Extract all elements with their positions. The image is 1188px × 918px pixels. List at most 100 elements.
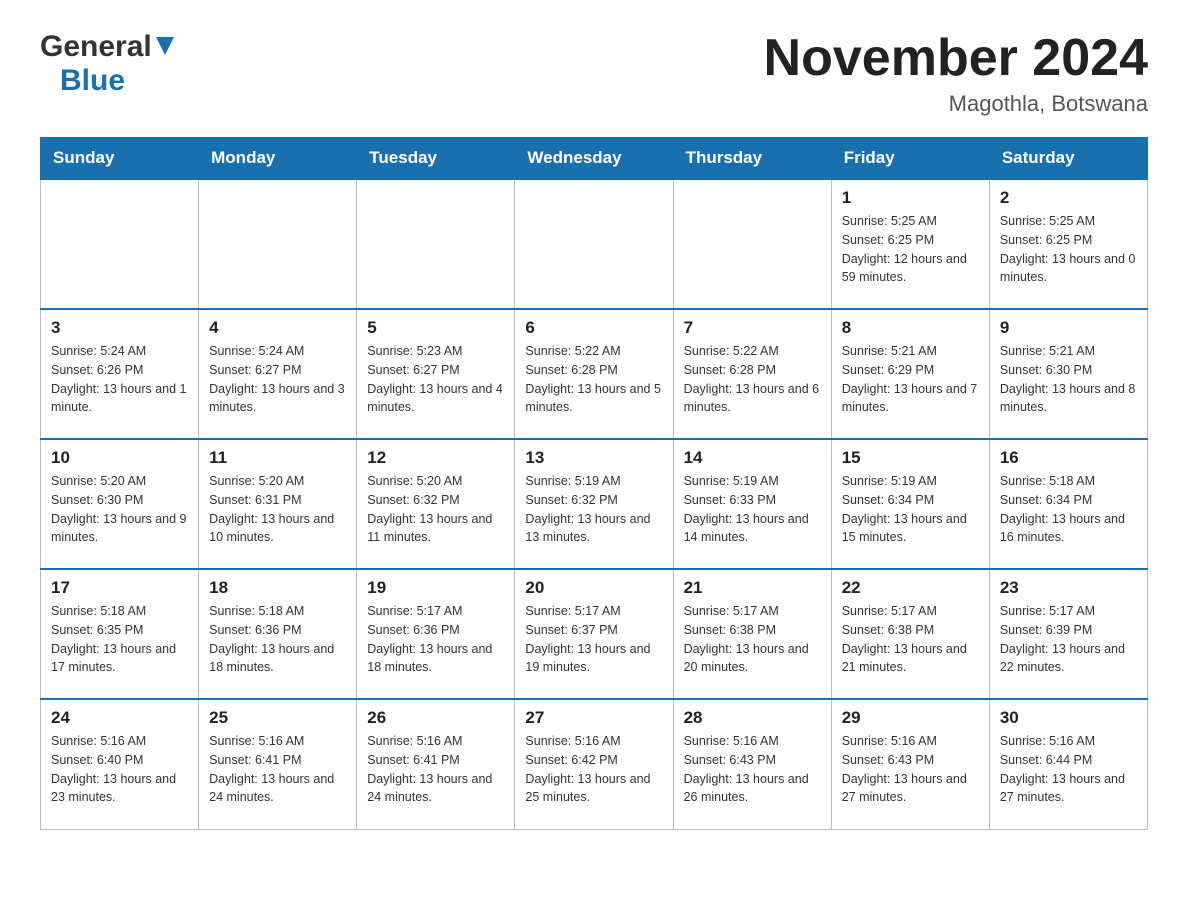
page-header: General Blue November 2024 Magothla, Bot… — [40, 30, 1148, 117]
day-info: Sunrise: 5:16 AM Sunset: 6:44 PM Dayligh… — [1000, 732, 1137, 807]
table-row: 16 Sunrise: 5:18 AM Sunset: 6:34 PM Dayli… — [989, 439, 1147, 569]
day-number: 17 — [51, 578, 188, 598]
day-info: Sunrise: 5:17 AM Sunset: 6:37 PM Dayligh… — [525, 602, 662, 677]
day-info: Sunrise: 5:17 AM Sunset: 6:39 PM Dayligh… — [1000, 602, 1137, 677]
table-row: 27Sunrise: 5:16 AM Sunset: 6:42 PM Dayli… — [515, 699, 673, 829]
col-sunday: Sunday — [41, 138, 199, 180]
table-row: 28 Sunrise: 5:16 AM Sunset: 6:43 PM Dayli… — [673, 699, 831, 829]
calendar-week-row: 17 Sunrise: 5:18 AM Sunset: 6:35 PM Dayli… — [41, 569, 1148, 699]
table-row: 4Sunrise: 5:24 AM Sunset: 6:27 PM Daylig… — [199, 309, 357, 439]
table-row: 19Sunrise: 5:17 AM Sunset: 6:36 PM Dayli… — [357, 569, 515, 699]
day-number: 24 — [51, 708, 188, 728]
table-row: 2 Sunrise: 5:25 AM Sunset: 6:25 PM Daylig… — [989, 179, 1147, 309]
day-number: 20 — [525, 578, 662, 598]
day-number: 14 — [684, 448, 821, 468]
day-number: 11 — [209, 448, 346, 468]
day-info: Sunrise: 5:17 AM Sunset: 6:36 PM Dayligh… — [367, 602, 504, 677]
table-row: 18 Sunrise: 5:18 AM Sunset: 6:36 PM Dayli… — [199, 569, 357, 699]
calendar-week-row: 3 Sunrise: 5:24 AM Sunset: 6:26 PM Daylig… — [41, 309, 1148, 439]
table-row: 1Sunrise: 5:25 AM Sunset: 6:25 PM Daylig… — [831, 179, 989, 309]
day-info: Sunrise: 5:16 AM Sunset: 6:43 PM Dayligh… — [684, 732, 821, 807]
day-info: Sunrise: 5:17 AM Sunset: 6:38 PM Dayligh… — [684, 602, 821, 677]
table-row: 15 Sunrise: 5:19 AM Sunset: 6:34 PM Dayli… — [831, 439, 989, 569]
day-info: Sunrise: 5:24 AM Sunset: 6:26 PM Dayligh… — [51, 342, 188, 417]
col-monday: Monday — [199, 138, 357, 180]
table-row: 9 Sunrise: 5:21 AM Sunset: 6:30 PM Daylig… — [989, 309, 1147, 439]
table-row: 23 Sunrise: 5:17 AM Sunset: 6:39 PM Dayli… — [989, 569, 1147, 699]
day-info: Sunrise: 5:24 AM Sunset: 6:27 PM Dayligh… — [209, 342, 346, 417]
day-number: 3 — [51, 318, 188, 338]
day-info: Sunrise: 5:20 AM Sunset: 6:32 PM Dayligh… — [367, 472, 504, 547]
table-row: 11 Sunrise: 5:20 AM Sunset: 6:31 PM Dayli… — [199, 439, 357, 569]
calendar-week-row: 1 Sunrise: 5:25 AM Sunset: 6:25 PM Daylig… — [41, 179, 1148, 309]
table-row: 8 Sunrise: 5:21 AM Sunset: 6:29 PM Daylig… — [831, 309, 989, 439]
day-number: 28 — [684, 708, 821, 728]
day-number: 18 — [209, 578, 346, 598]
day-info: Sunrise: 5:20 AM Sunset: 6:31 PM Dayligh… — [209, 472, 346, 547]
table-row: 6Sunrise: 5:22 AM Sunset: 6:28 PM Daylig… — [515, 309, 673, 439]
logo-blue-text: Blue — [60, 64, 125, 98]
col-friday: Friday — [831, 138, 989, 180]
table-row: 20 Sunrise: 5:17 AM Sunset: 6:37 PM Dayli… — [515, 569, 673, 699]
calendar-title: November 2024 — [764, 30, 1148, 87]
day-info: Sunrise: 5:16 AM Sunset: 6:41 PM Dayligh… — [367, 732, 504, 807]
day-info: Sunrise: 5:16 AM Sunset: 6:40 PM Dayligh… — [51, 732, 188, 807]
logo-triangle-icon — [156, 37, 174, 60]
day-info: Sunrise: 5:17 AM Sunset: 6:38 PM Dayligh… — [842, 602, 979, 677]
table-row: 25 Sunrise: 5:16 AM Sunset: 6:41 PM Dayli… — [199, 699, 357, 829]
day-number: 2 — [1000, 188, 1137, 208]
day-info: Sunrise: 5:16 AM Sunset: 6:42 PM Dayligh… — [525, 732, 662, 807]
day-info: Sunrise: 5:19 AM Sunset: 6:33 PM Dayligh… — [684, 472, 821, 547]
table-row: 10Sunrise: 5:20 AM Sunset: 6:30 PM Dayli… — [41, 439, 199, 569]
table-row — [357, 179, 515, 309]
day-number: 26 — [367, 708, 504, 728]
day-info: Sunrise: 5:21 AM Sunset: 6:29 PM Dayligh… — [842, 342, 979, 417]
table-row — [673, 179, 831, 309]
day-number: 15 — [842, 448, 979, 468]
day-info: Sunrise: 5:19 AM Sunset: 6:32 PM Dayligh… — [525, 472, 662, 547]
calendar-header-row: Sunday Monday Tuesday Wednesday Thursday… — [41, 138, 1148, 180]
day-info: Sunrise: 5:21 AM Sunset: 6:30 PM Dayligh… — [1000, 342, 1137, 417]
table-row: 26 Sunrise: 5:16 AM Sunset: 6:41 PM Dayli… — [357, 699, 515, 829]
day-info: Sunrise: 5:18 AM Sunset: 6:36 PM Dayligh… — [209, 602, 346, 677]
day-number: 8 — [842, 318, 979, 338]
day-number: 1 — [842, 188, 979, 208]
day-number: 9 — [1000, 318, 1137, 338]
calendar-subtitle: Magothla, Botswana — [764, 91, 1148, 117]
col-wednesday: Wednesday — [515, 138, 673, 180]
day-number: 10 — [51, 448, 188, 468]
table-row: 30 Sunrise: 5:16 AM Sunset: 6:44 PM Dayli… — [989, 699, 1147, 829]
day-info: Sunrise: 5:25 AM Sunset: 6:25 PM Dayligh… — [1000, 212, 1137, 287]
table-row — [199, 179, 357, 309]
day-number: 13 — [525, 448, 662, 468]
calendar-week-row: 10Sunrise: 5:20 AM Sunset: 6:30 PM Dayli… — [41, 439, 1148, 569]
table-row: 12 Sunrise: 5:20 AM Sunset: 6:32 PM Dayli… — [357, 439, 515, 569]
logo: General Blue — [40, 30, 174, 98]
table-row: 24 Sunrise: 5:16 AM Sunset: 6:40 PM Dayli… — [41, 699, 199, 829]
day-info: Sunrise: 5:18 AM Sunset: 6:35 PM Dayligh… — [51, 602, 188, 677]
table-row: 3 Sunrise: 5:24 AM Sunset: 6:26 PM Daylig… — [41, 309, 199, 439]
day-number: 25 — [209, 708, 346, 728]
day-number: 16 — [1000, 448, 1137, 468]
day-number: 23 — [1000, 578, 1137, 598]
table-row: 5Sunrise: 5:23 AM Sunset: 6:27 PM Daylig… — [357, 309, 515, 439]
title-block: November 2024 Magothla, Botswana — [764, 30, 1148, 117]
day-info: Sunrise: 5:19 AM Sunset: 6:34 PM Dayligh… — [842, 472, 979, 547]
col-thursday: Thursday — [673, 138, 831, 180]
table-row — [515, 179, 673, 309]
day-number: 7 — [684, 318, 821, 338]
table-row — [41, 179, 199, 309]
table-row: 14 Sunrise: 5:19 AM Sunset: 6:33 PM Dayli… — [673, 439, 831, 569]
day-number: 30 — [1000, 708, 1137, 728]
day-info: Sunrise: 5:16 AM Sunset: 6:41 PM Dayligh… — [209, 732, 346, 807]
table-row: 29Sunrise: 5:16 AM Sunset: 6:43 PM Dayli… — [831, 699, 989, 829]
logo-general-text: General — [40, 30, 152, 64]
day-info: Sunrise: 5:18 AM Sunset: 6:34 PM Dayligh… — [1000, 472, 1137, 547]
day-number: 6 — [525, 318, 662, 338]
day-number: 22 — [842, 578, 979, 598]
day-number: 21 — [684, 578, 821, 598]
table-row: 21 Sunrise: 5:17 AM Sunset: 6:38 PM Dayli… — [673, 569, 831, 699]
day-number: 12 — [367, 448, 504, 468]
calendar-week-row: 24 Sunrise: 5:16 AM Sunset: 6:40 PM Dayli… — [41, 699, 1148, 829]
table-row: 7Sunrise: 5:22 AM Sunset: 6:28 PM Daylig… — [673, 309, 831, 439]
